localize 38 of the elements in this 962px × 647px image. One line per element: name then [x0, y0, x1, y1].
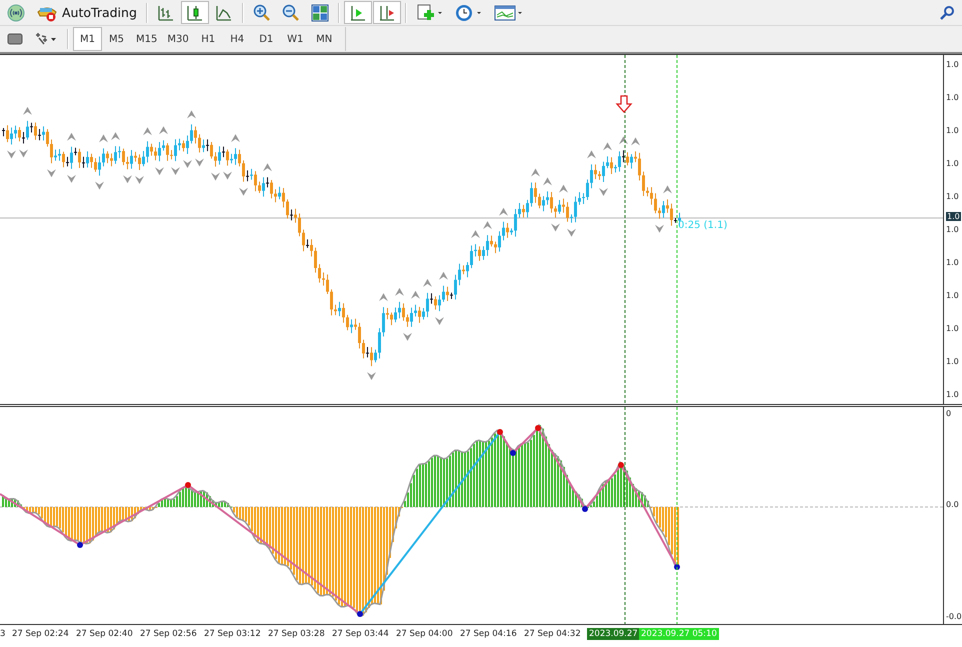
timeframe-button[interactable]: H4: [222, 27, 252, 51]
timeframe-button[interactable]: H1: [194, 27, 223, 51]
timeframe-button[interactable]: D1: [252, 27, 281, 51]
time-label: 27 Sep 04:00: [396, 629, 453, 639]
price-label: 1.0: [946, 225, 959, 234]
price-label: 1.0: [946, 192, 959, 201]
price-label: 1.0: [946, 60, 959, 69]
timeframe-button[interactable]: M15: [131, 27, 162, 51]
price-label: 1.0: [946, 324, 959, 333]
timeframe-button[interactable]: W1: [280, 27, 310, 51]
bar-countdown: 0:25 (1.1): [678, 220, 728, 231]
time-label: 27 Sep 02:56: [140, 629, 197, 639]
timeframe-button[interactable]: M1: [73, 27, 102, 51]
price-label: 1.0: [946, 291, 959, 300]
scale-label: 0: [946, 409, 952, 418]
price-label: 1.0: [946, 159, 959, 168]
price-label: 1.0: [946, 390, 959, 399]
price-label: 1.0: [946, 357, 959, 366]
autotrading-button[interactable]: AutoTrading: [31, 1, 142, 24]
time-label: 3: [0, 629, 6, 639]
time-label: 27 Sep 04:32: [524, 629, 581, 639]
current-time-label: 2023.09.27 05:10: [639, 628, 719, 640]
time-label: 27 Sep 03:12: [204, 629, 261, 639]
time-label: 27 Sep 02:24: [12, 629, 69, 639]
time-label: 27 Sep 03:44: [332, 629, 389, 639]
price-label: 1.0: [946, 126, 959, 135]
price-label: 1.0: [946, 93, 959, 102]
scale-label: -0.0: [946, 612, 962, 621]
timeframe-button[interactable]: MN: [310, 27, 339, 51]
time-label: 27 Sep 02:40: [76, 629, 133, 639]
current-price-label: 1.0: [946, 212, 961, 221]
time-label: 27 Sep 04:16: [460, 629, 517, 639]
crosshair-date-label: 2023.09.27: [587, 628, 640, 640]
time-label: 27 Sep 03:28: [268, 629, 325, 639]
price-label: 1.0: [946, 258, 959, 267]
timeframe-button[interactable]: M30: [162, 27, 194, 51]
timeframe-button[interactable]: M5: [102, 27, 131, 51]
scale-label: 0.0: [946, 500, 959, 509]
